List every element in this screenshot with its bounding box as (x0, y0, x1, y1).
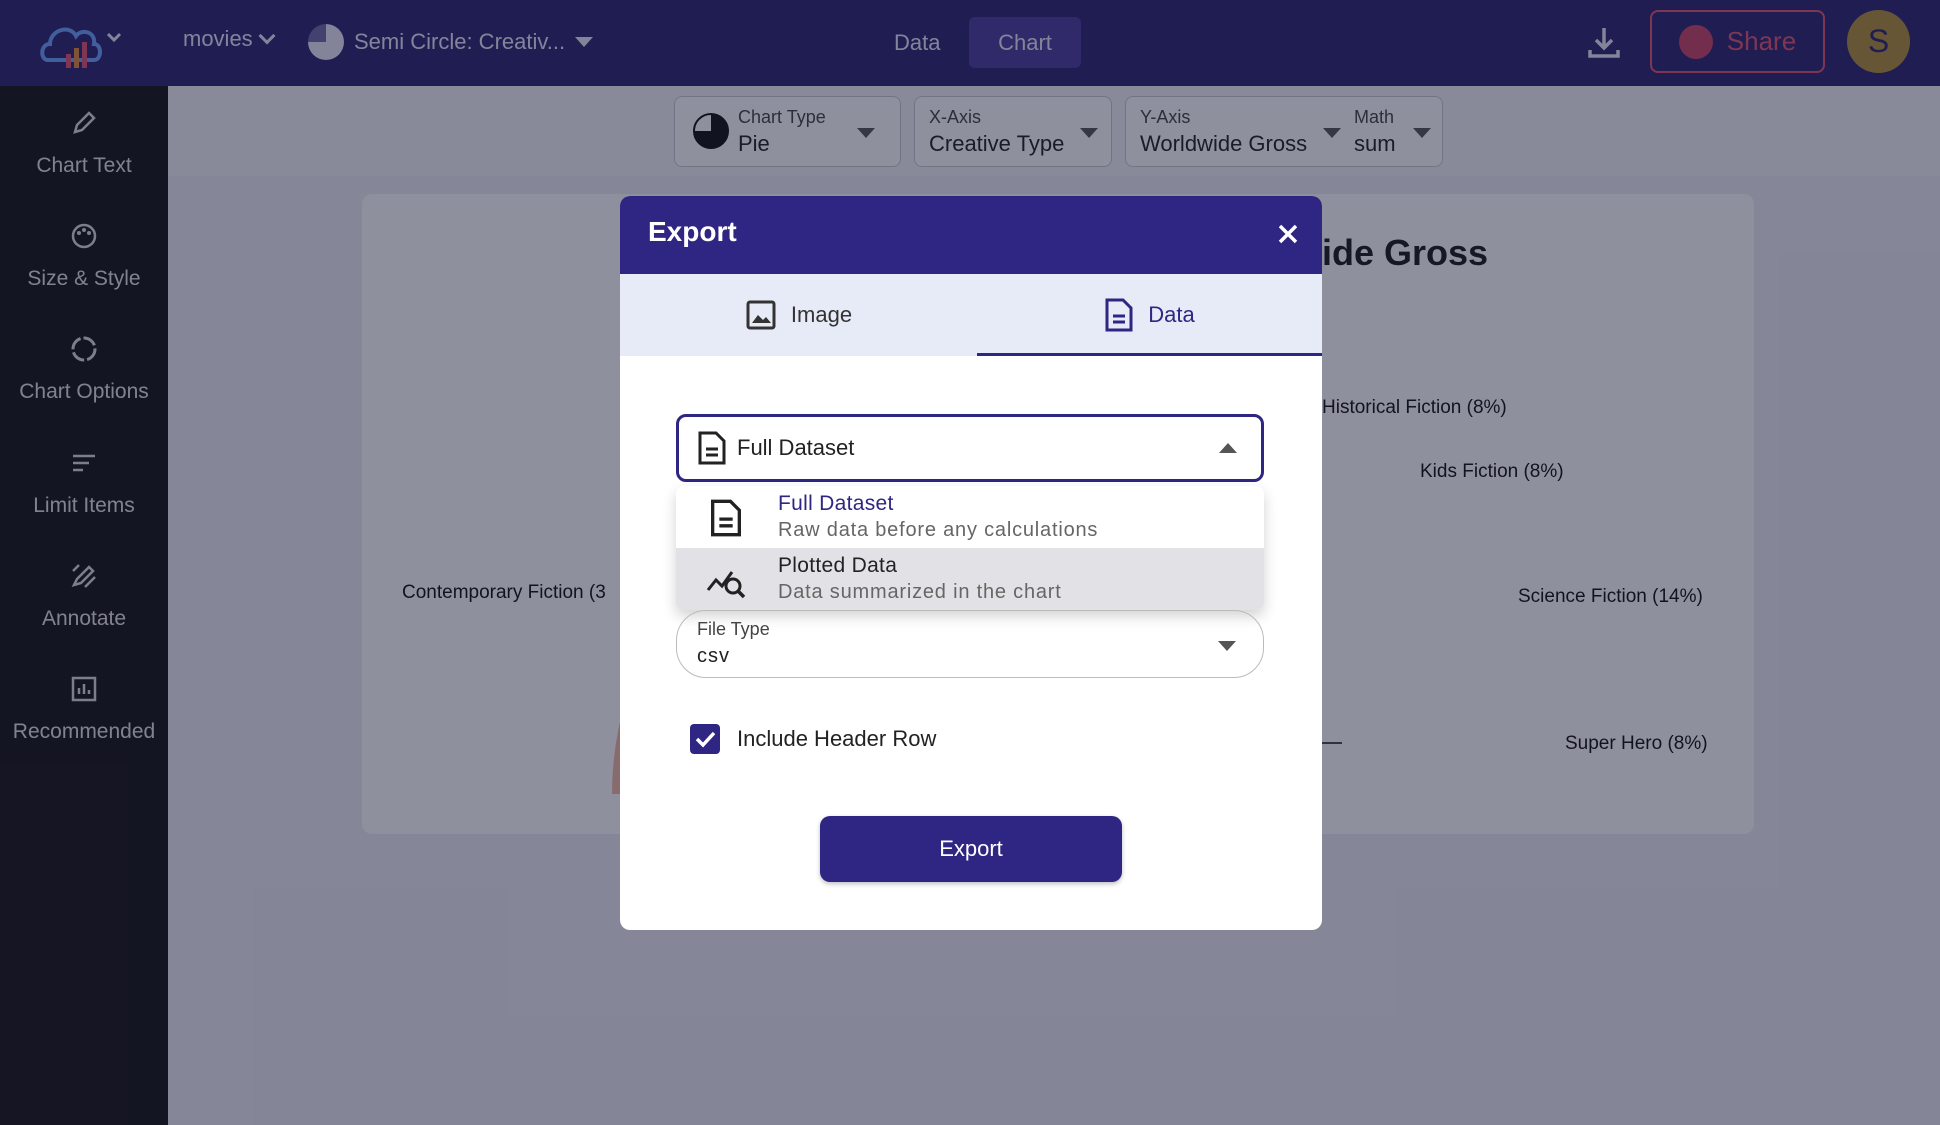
include-header-checkbox[interactable] (690, 724, 720, 754)
tab-image[interactable]: Image (620, 274, 977, 356)
caret-down-icon (1218, 641, 1236, 651)
menu-item-plotted-data[interactable]: Plotted Data Data summarized in the char… (676, 548, 1264, 610)
chart-search-icon (706, 571, 746, 599)
menu-item-subtitle: Data summarized in the chart (778, 581, 1062, 603)
modal-title: Export (648, 216, 737, 247)
tab-data-export[interactable]: Data (977, 274, 1322, 356)
menu-item-subtitle: Raw data before any calculations (778, 519, 1099, 541)
modal-header: Export (620, 196, 1322, 274)
export-modal: Export Image Data Full Dataset Full Data… (620, 196, 1322, 930)
image-icon (746, 300, 776, 330)
menu-item-title: Plotted Data (778, 554, 898, 577)
tab-label: Image (790, 302, 853, 327)
menu-item-title: Full Dataset (778, 492, 894, 515)
dataset-type-menu: Full Dataset Raw data before any calcula… (676, 486, 1264, 610)
close-icon[interactable] (1272, 218, 1304, 250)
dataset-type-value: Full Dataset (737, 435, 855, 460)
document-icon (1105, 298, 1133, 332)
document-icon (698, 431, 726, 465)
dataset-type-select[interactable]: Full Dataset (676, 414, 1264, 482)
tab-label: Data (1148, 302, 1195, 327)
export-tabs: Image Data (620, 274, 1322, 356)
export-button[interactable]: Export (820, 816, 1122, 882)
file-type-label: File Type (697, 619, 770, 639)
document-icon (711, 499, 741, 537)
include-header-label: Include Header Row (737, 726, 937, 751)
checkmark-icon (695, 731, 716, 748)
menu-item-full-dataset[interactable]: Full Dataset Raw data before any calcula… (676, 486, 1264, 548)
caret-up-icon (1219, 443, 1237, 453)
file-type-select[interactable]: File Type csv (676, 610, 1264, 678)
file-type-value: csv (697, 645, 730, 667)
